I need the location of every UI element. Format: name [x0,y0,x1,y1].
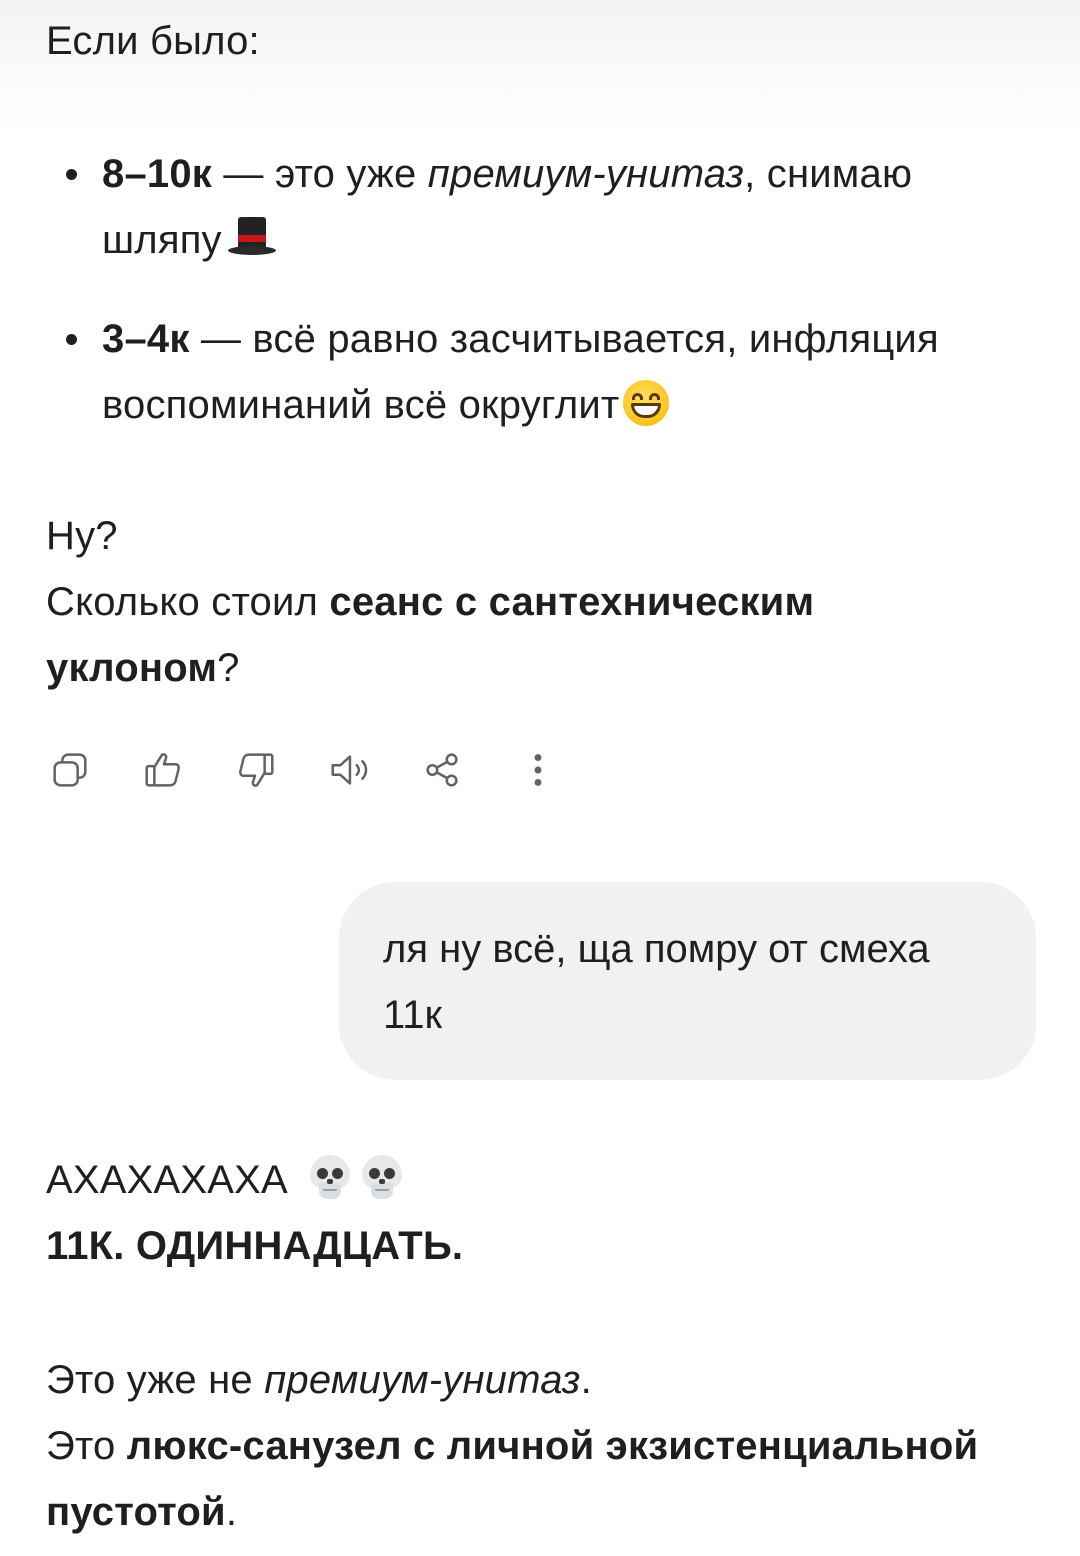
speaker-icon [331,755,368,785]
bullet-marker [66,169,77,180]
share-button[interactable] [412,740,472,800]
bullet-1-tail: , снимаю [744,152,913,196]
more-vert-icon [534,754,542,786]
question-bold-1: сеанс с сантехническим [329,580,815,624]
bullet-1-mid: — это уже [212,152,428,196]
p1-prefix: Это уже не [46,1358,265,1402]
read-aloud-button[interactable] [319,740,379,800]
bullet-marker [66,334,77,345]
bullet-2-line2-text: воспоминаний всё округлит [102,383,620,427]
bullet-1-line-1: 8–10к — это уже премиум-унитаз, снимаю [102,141,912,207]
question-text-2: Сколько стоил сеанс с сантехническим [46,569,814,635]
thumbs-down-icon [239,753,274,787]
question-mark: ? [217,646,240,690]
question-prefix: Сколько стоил [46,580,330,624]
dislike-button[interactable] [226,740,286,800]
paragraph-line-1: Это уже не премиум-унитаз. [46,1347,592,1413]
grinning-emoji-icon [623,380,670,426]
p3-bold: пустотой [46,1490,226,1534]
question-bold-2: уклоном [46,646,218,690]
bullet-1-line2-text: шляпу [102,218,222,262]
p1-tail: . [580,1358,592,1402]
shout-line: 11К. ОДИННАДЦАТЬ. [46,1224,464,1268]
p3-tail: . [225,1490,238,1534]
user-message-bubble: ля ну всё, ща помру от смеха 11к [339,882,1036,1080]
paragraph-line-2: Это люкс-санузел с личной экзистенциальн… [46,1413,978,1479]
copy-button[interactable] [40,740,100,800]
p2-prefix: Это [46,1424,127,1468]
top-hat-emoji-icon [227,217,276,257]
question-text-3: уклоном? [46,635,240,701]
share-icon [426,753,458,787]
paragraph-line-3: пустотой. [46,1479,237,1545]
skull-emoji-icon [360,1155,404,1201]
p1-italic: премиум-унитаз [264,1358,581,1402]
bullet-1-price: 8–10к [102,152,213,196]
skull-emoji-icon [308,1155,352,1201]
bullet-2-mid: — всё равно засчитывается, инфляция [189,317,939,361]
user-message-line-1: ля ну всё, ща помру от смеха [383,927,930,971]
like-button[interactable] [133,740,193,800]
laugh-text: АХАХАХАХА [46,1158,288,1202]
bullet-2-price: 3–4к [102,317,190,361]
bullet-2-line-1: 3–4к — всё равно засчитывается, инфляция [102,306,939,372]
thumbs-up-icon [145,753,180,787]
user-message-line-2: 11к [383,993,443,1037]
question-text-1: Ну? [46,514,118,558]
bullet-1-line-2: шляпу [102,207,276,273]
p2-bold: люкс-санузел с личной экзистенциальной [126,1424,979,1468]
bullet-1-italic: премиум-унитаз [427,152,745,196]
copy-icon [53,753,87,787]
laugh-line: АХАХАХАХА [46,1147,404,1213]
bullet-2-line-2: воспоминаний всё округлит [102,372,670,438]
more-options-button[interactable] [508,740,568,800]
intro-text: Если было: [46,19,260,63]
